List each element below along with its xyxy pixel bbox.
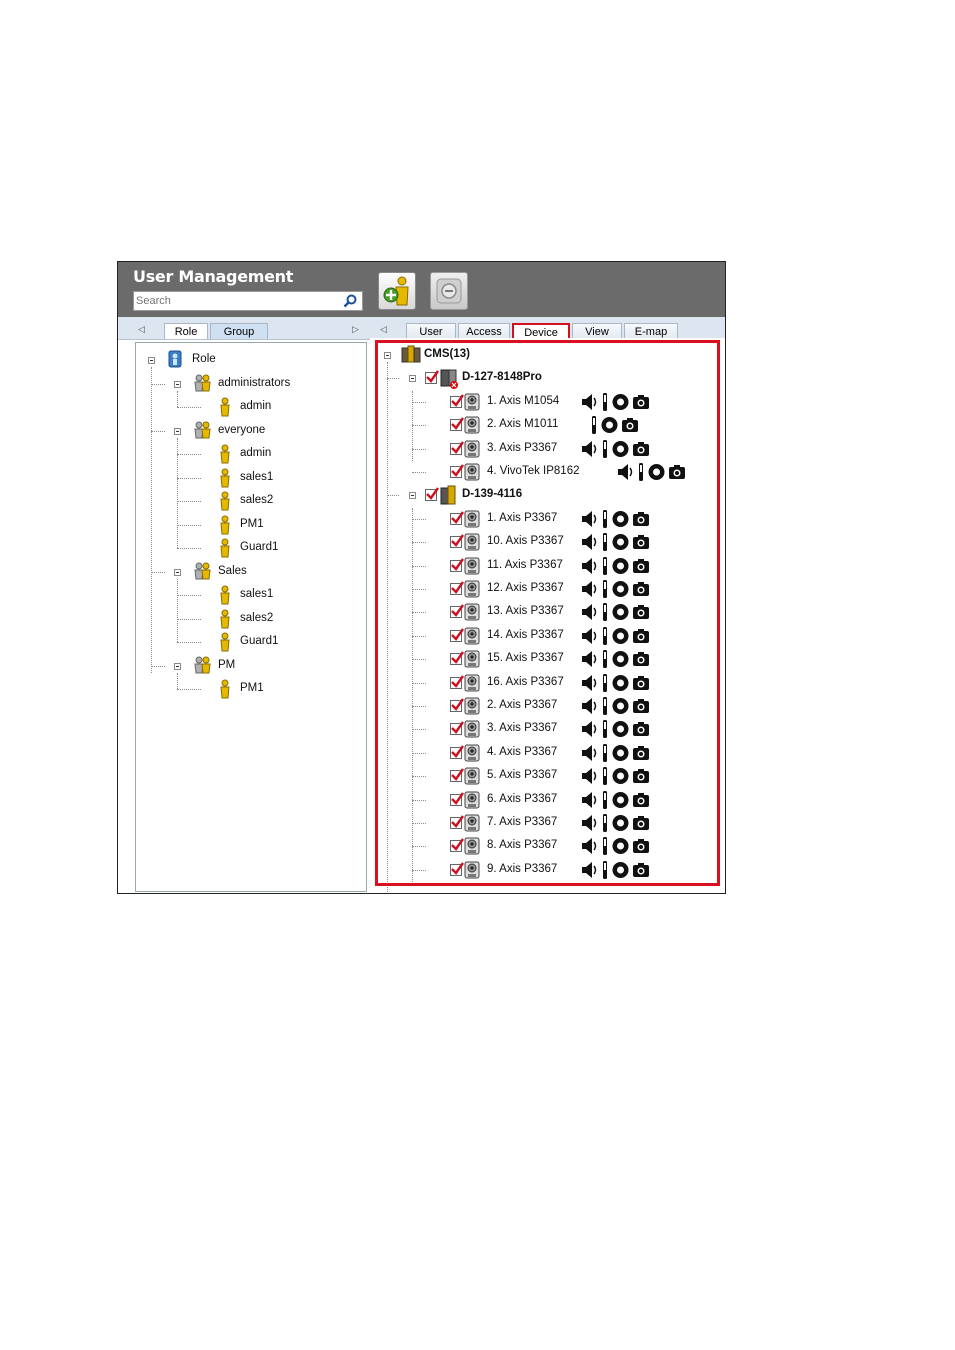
remove-icon — [436, 278, 462, 304]
role-tree-item[interactable]: Guard1 — [136, 631, 364, 653]
collapse-toggle[interactable] — [174, 380, 181, 388]
role-tree-label: sales1 — [240, 588, 274, 600]
role-tree-item[interactable]: Sales — [136, 561, 364, 583]
tree-connector — [177, 642, 201, 643]
role-tree-label: Sales — [218, 564, 247, 577]
role-tree-item[interactable]: PM1 — [136, 678, 364, 700]
user-icon — [220, 515, 230, 534]
tree-connector — [151, 383, 165, 385]
role-tree-label: sales1 — [240, 470, 274, 483]
role-tree-panel: Role administrators admin everyone admin sale… — [135, 342, 367, 892]
search-input[interactable] — [136, 293, 336, 309]
role-tree-label: administrators — [218, 376, 291, 389]
tab-emap[interactable]: E-map — [624, 323, 678, 339]
user-management-window: User Management ◁ Role — [117, 261, 726, 894]
role-tree-item[interactable]: PM1 — [136, 514, 364, 536]
role-tree-label: everyone — [218, 423, 266, 436]
tree-connector — [151, 571, 165, 573]
role-tree-item[interactable]: sales2 — [136, 490, 364, 512]
tree-connector — [177, 689, 201, 690]
user-icon — [220, 444, 230, 464]
tree-connector — [177, 390, 178, 407]
tree-connector — [177, 672, 178, 689]
role-tree-label: admin — [240, 447, 272, 459]
role-tree-item[interactable]: Role — [136, 349, 364, 371]
collapse-toggle[interactable] — [174, 568, 181, 576]
left-scroll-arrow-icon[interactable]: ◁ — [138, 324, 145, 335]
role-tree-label: sales2 — [240, 611, 274, 624]
role-tree-item[interactable]: administrators — [136, 373, 364, 395]
role-tree-label: Role — [192, 353, 216, 365]
collapse-toggle[interactable] — [174, 427, 181, 435]
tree-connector — [177, 407, 201, 408]
role-tree-item[interactable]: admin — [136, 443, 364, 465]
role-root-icon — [168, 350, 182, 368]
tree-connector — [177, 477, 201, 479]
role-tree-label: Guard1 — [240, 541, 279, 553]
collapse-toggle[interactable] — [148, 357, 155, 364]
tree-connector — [151, 367, 152, 673]
remove-user-button[interactable] — [430, 272, 468, 310]
tab-bar: ◁ Role Group ▷ ◁ User Access Device View… — [118, 317, 725, 340]
group-icon — [194, 562, 211, 579]
role-tree-label: PM1 — [240, 517, 264, 530]
role-tree-item[interactable]: sales1 — [136, 467, 364, 489]
tree-connector — [177, 618, 201, 620]
tree-connector — [151, 665, 165, 667]
role-tree-label: PM1 — [240, 682, 264, 694]
role-tree-item[interactable]: PM — [136, 655, 364, 677]
search-icon[interactable] — [342, 293, 358, 309]
tab-user[interactable]: User — [406, 323, 456, 339]
device-tabs-left-arrow-icon[interactable]: ◁ — [380, 324, 387, 335]
group-icon — [194, 656, 211, 673]
tree-connector — [177, 595, 201, 596]
role-tree-label: Guard1 — [240, 635, 279, 647]
role-tree-label: admin — [240, 400, 272, 412]
user-icon — [220, 679, 230, 699]
search-box[interactable] — [133, 291, 363, 311]
tab-device[interactable]: Device — [512, 323, 570, 339]
tab-view[interactable]: View — [572, 323, 622, 339]
user-icon — [220, 632, 230, 652]
add-user-icon — [383, 276, 409, 306]
device-tree-highlight — [375, 340, 720, 886]
user-icon — [220, 538, 230, 558]
role-tree-item[interactable]: sales2 — [136, 608, 364, 630]
role-tree-label: sales2 — [240, 494, 274, 506]
right-scroll-arrow-icon[interactable]: ▷ — [352, 324, 359, 335]
role-tree-item[interactable]: everyone — [136, 420, 364, 442]
collapse-toggle[interactable] — [174, 662, 181, 670]
header-bar: User Management — [118, 262, 725, 317]
window-title: User Management — [133, 267, 294, 286]
user-icon — [220, 397, 230, 417]
tab-role[interactable]: Role — [164, 323, 208, 339]
tree-connector — [177, 578, 178, 642]
group-icon — [194, 421, 211, 438]
group-icon — [194, 374, 211, 391]
user-icon — [220, 468, 230, 487]
tree-connector — [177, 524, 201, 526]
add-user-button[interactable] — [378, 272, 416, 310]
user-icon — [220, 609, 230, 628]
tree-connector — [177, 501, 201, 502]
role-tree-item[interactable]: Guard1 — [136, 537, 364, 559]
tab-access[interactable]: Access — [458, 323, 510, 339]
tree-connector — [151, 430, 165, 432]
role-tree-item[interactable]: sales1 — [136, 584, 364, 606]
role-tree-label: PM — [218, 658, 236, 671]
user-icon — [220, 491, 230, 511]
role-tree-item[interactable]: admin — [136, 396, 364, 418]
user-icon — [220, 585, 230, 605]
tab-group[interactable]: Group — [210, 323, 268, 339]
tree-connector — [177, 454, 201, 455]
tree-connector — [177, 548, 201, 549]
tree-connector — [177, 437, 178, 548]
